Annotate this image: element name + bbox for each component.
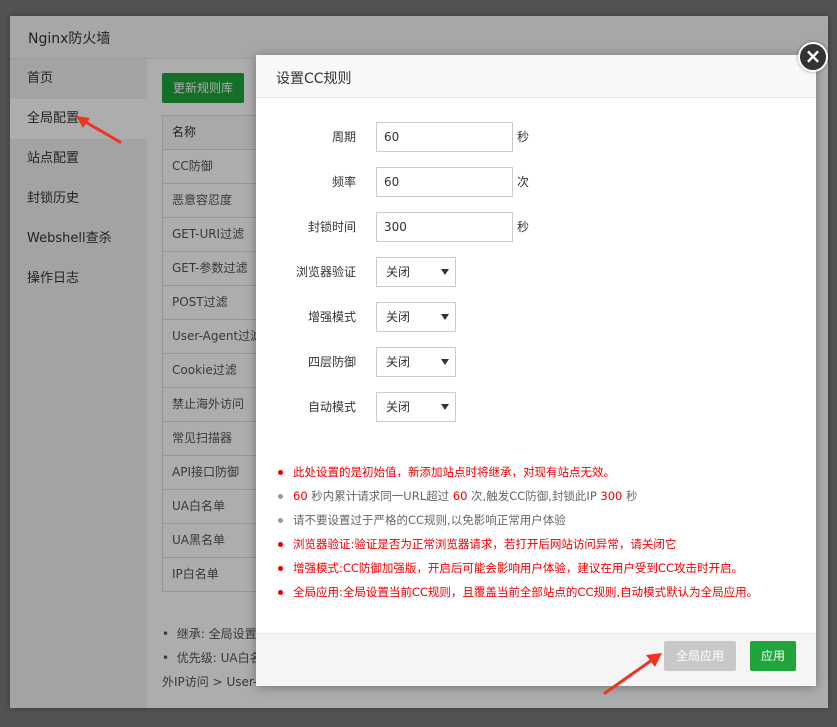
auto-mode-label: 自动模式	[307, 400, 356, 414]
enhanced-mode-value: 关闭	[386, 310, 411, 324]
auto-mode-select[interactable]: 关闭	[376, 392, 456, 422]
layer4-defense-value: 关闭	[386, 355, 411, 369]
period-label: 周期	[331, 130, 356, 144]
tip-global-apply: 全局应用:全局设置当前CC规则，且覆盖当前全部站点的CC规则,自动模式默认为全局…	[276, 580, 806, 604]
bullet-icon	[278, 590, 283, 595]
chevron-down-icon	[441, 269, 449, 275]
tip-not-too-strict: 请不要设置过于严格的CC规则,以免影响正常用户体验	[276, 508, 806, 532]
block-time-label: 封锁时间	[307, 220, 356, 234]
frequency-input[interactable]: 60	[376, 167, 513, 197]
browser-verify-select[interactable]: 关闭	[376, 257, 456, 287]
tip-text: 增强模式:CC防御加强版，开启后可能会影响用户体验，建议在用户受到CC攻击时开启…	[293, 561, 743, 575]
tip-text: 次,触发CC防御,封锁此IP	[467, 489, 601, 503]
chevron-down-icon	[441, 404, 449, 410]
period-input[interactable]: 60	[376, 122, 513, 152]
close-icon[interactable]: ×	[798, 42, 828, 72]
cc-rule-dialog: 设置CC规则 周期 60 秒 频率 60 次 封锁时间 300 秒 浏览器验证 …	[256, 55, 816, 686]
block-time-input[interactable]: 300	[376, 212, 513, 242]
global-apply-button[interactable]: 全局应用	[664, 641, 736, 671]
tip-block-time-value: 300	[600, 489, 623, 503]
browser-verify-value: 关闭	[386, 265, 411, 279]
enhanced-mode-select[interactable]: 关闭	[376, 302, 456, 332]
apply-button[interactable]: 应用	[750, 641, 796, 671]
tip-browser-verify: 浏览器验证:验证是否为正常浏览器请求，若打开后网站访问异常，请关闭它	[276, 532, 806, 556]
browser-verify-row: 浏览器验证 关闭	[256, 257, 816, 287]
tip-enhanced-mode: 增强模式:CC防御加强版，开启后可能会影响用户体验，建议在用户受到CC攻击时开启…	[276, 556, 806, 580]
enhanced-mode-row: 增强模式 关闭	[256, 302, 816, 332]
auto-mode-value: 关闭	[386, 400, 411, 414]
bullet-icon	[278, 518, 283, 523]
tip-text: 浏览器验证:验证是否为正常浏览器请求，若打开后网站访问异常，请关闭它	[293, 537, 677, 551]
layer4-defense-label: 四层防御	[307, 355, 356, 369]
tips-list: 此处设置的是初始值，新添加站点时将继承，对现有站点无效。 60 秒内累计请求同一…	[276, 460, 806, 604]
frequency-unit: 次	[517, 175, 530, 189]
tip-frequency-value: 60	[452, 489, 468, 503]
bullet-icon	[278, 542, 283, 547]
bullet-icon	[278, 566, 283, 571]
auto-mode-row: 自动模式 关闭	[256, 392, 816, 422]
block-time-unit: 秒	[517, 220, 530, 234]
browser-verify-label: 浏览器验证	[295, 265, 356, 279]
period-unit: 秒	[517, 130, 530, 144]
bullet-icon	[278, 494, 283, 499]
red-arrow-annotation	[76, 116, 122, 144]
tip-text: 秒	[622, 489, 638, 503]
bullet-icon	[278, 470, 283, 475]
dialog-header: 设置CC规则	[256, 55, 816, 98]
tip-rule-summary: 60 秒内累计请求同一URL超过 60 次,触发CC防御,封锁此IP 300 秒	[276, 484, 806, 508]
chevron-down-icon	[441, 314, 449, 320]
block-time-row: 封锁时间 300 秒	[256, 212, 816, 242]
tip-text: 请不要设置过于严格的CC规则,以免影响正常用户体验	[293, 513, 566, 527]
red-arrow-annotation	[603, 653, 662, 695]
enhanced-mode-label: 增强模式	[307, 310, 356, 324]
tip-text: 此处设置的是初始值，新添加站点时将继承，对现有站点无效。	[293, 465, 615, 479]
frequency-label: 频率	[331, 175, 356, 189]
chevron-down-icon	[441, 359, 449, 365]
dialog-title: 设置CC规则	[276, 71, 352, 87]
tip-initial-value: 此处设置的是初始值，新添加站点时将继承，对现有站点无效。	[276, 460, 806, 484]
layer4-defense-row: 四层防御 关闭	[256, 347, 816, 377]
layer4-defense-select[interactable]: 关闭	[376, 347, 456, 377]
frequency-row: 频率 60 次	[256, 167, 816, 197]
period-row: 周期 60 秒	[256, 122, 816, 152]
tip-text: 全局应用:全局设置当前CC规则，且覆盖当前全部站点的CC规则,自动模式默认为全局…	[293, 585, 759, 599]
tip-text: 秒内累计请求同一URL超过	[307, 489, 453, 503]
tip-period-value: 60	[293, 489, 308, 503]
